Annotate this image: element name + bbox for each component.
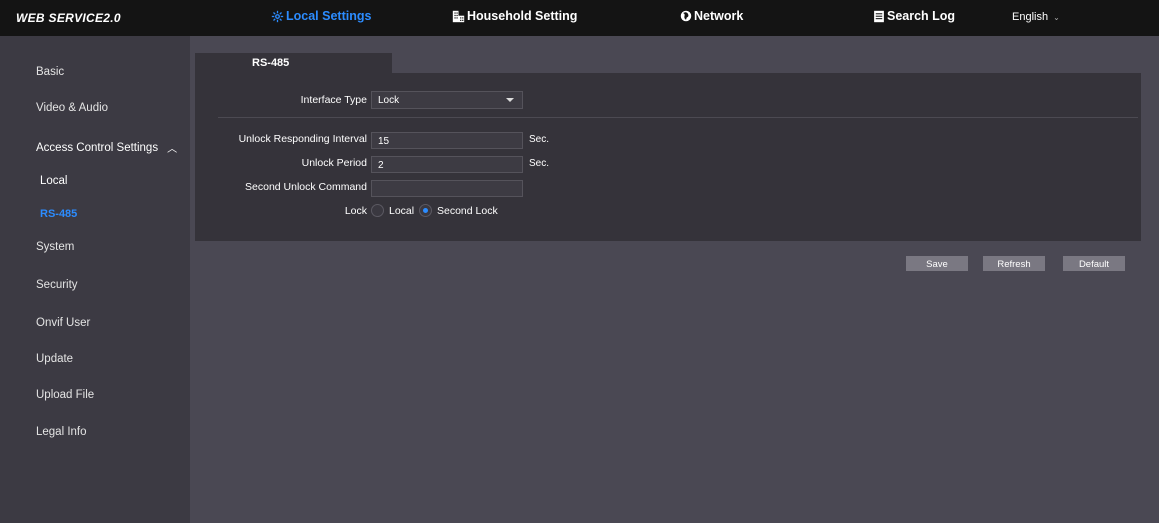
unlock-interval-label: Unlock Responding Interval: [238, 133, 367, 145]
unlock-interval-unit: Sec.: [529, 134, 550, 145]
nav-search-log[interactable]: Search Log: [873, 9, 955, 23]
interface-type-value: Lock: [378, 95, 400, 106]
sidebar-item-system[interactable]: System: [36, 241, 74, 253]
nav-local-settings[interactable]: Local Settings: [271, 9, 371, 23]
sidebar: Basic Video & Audio Access Control Setti…: [0, 36, 190, 523]
sidebar-item-label: Access Control Settings: [36, 141, 159, 154]
top-bar: WEB SERVICE2.0 Local Settings Household …: [0, 0, 1159, 36]
chevron-down-icon: ⌄: [1053, 12, 1060, 22]
radio-label: Local: [389, 204, 415, 217]
unlock-period-unit: Sec.: [529, 158, 550, 169]
refresh-button[interactable]: Refresh: [983, 256, 1045, 271]
nav-label: Local Settings: [286, 9, 372, 23]
nav-label: Search Log: [887, 9, 956, 23]
interface-type-select[interactable]: Lock: [371, 91, 523, 109]
sidebar-item-upload-file[interactable]: Upload File: [36, 389, 94, 401]
sidebar-item-video-audio[interactable]: Video & Audio: [36, 102, 108, 114]
sidebar-item-rs-485[interactable]: RS-485: [40, 208, 77, 220]
chevron-down-icon: [506, 98, 514, 102]
unlock-period-input[interactable]: [371, 156, 523, 173]
building-icon: [452, 10, 465, 22]
chevron-up-icon: ︿: [167, 144, 178, 155]
globe-icon: [680, 10, 692, 22]
save-button[interactable]: Save: [906, 256, 968, 271]
nav-household-setting[interactable]: Household Setting: [452, 9, 577, 23]
nav-label: Household Setting: [467, 9, 578, 23]
sidebar-item-update[interactable]: Update: [36, 353, 73, 365]
sidebar-item-basic[interactable]: Basic: [36, 66, 64, 78]
lock-label: Lock: [344, 205, 367, 217]
unlock-period-label: Unlock Period: [301, 157, 367, 169]
section-divider: [218, 117, 1138, 118]
radio-button[interactable]: [371, 204, 384, 217]
sidebar-item-local[interactable]: Local: [40, 175, 68, 187]
sidebar-item-legal-info[interactable]: Legal Info: [36, 426, 87, 438]
language-select[interactable]: English ⌄: [1012, 11, 1060, 23]
gear-icon: [271, 10, 284, 22]
sidebar-item-security[interactable]: Security: [36, 279, 78, 291]
nav-network[interactable]: Network: [680, 9, 743, 23]
unlock-interval-input[interactable]: [371, 132, 523, 149]
sidebar-item-access-control-settings[interactable]: Access Control Settings ︿: [36, 140, 178, 156]
radio-label: Second Lock: [437, 204, 498, 217]
lock-option-second-lock[interactable]: Second Lock: [419, 204, 498, 217]
nav-label: Network: [694, 9, 744, 23]
default-button[interactable]: Default: [1063, 256, 1125, 271]
tab-rs-485[interactable]: RS-485: [195, 53, 392, 73]
language-label: English: [1012, 11, 1049, 23]
sidebar-item-onvif-user[interactable]: Onvif User: [36, 317, 90, 329]
lock-option-local[interactable]: Local: [371, 204, 414, 217]
second-unlock-input[interactable]: [371, 180, 523, 197]
document-icon: [874, 10, 884, 22]
interface-type-label: Interface Type: [300, 94, 367, 106]
radio-button-selected[interactable]: [419, 204, 432, 217]
second-unlock-label: Second Unlock Command: [245, 181, 367, 193]
brand-logo: WEB SERVICE2.0: [16, 11, 121, 25]
